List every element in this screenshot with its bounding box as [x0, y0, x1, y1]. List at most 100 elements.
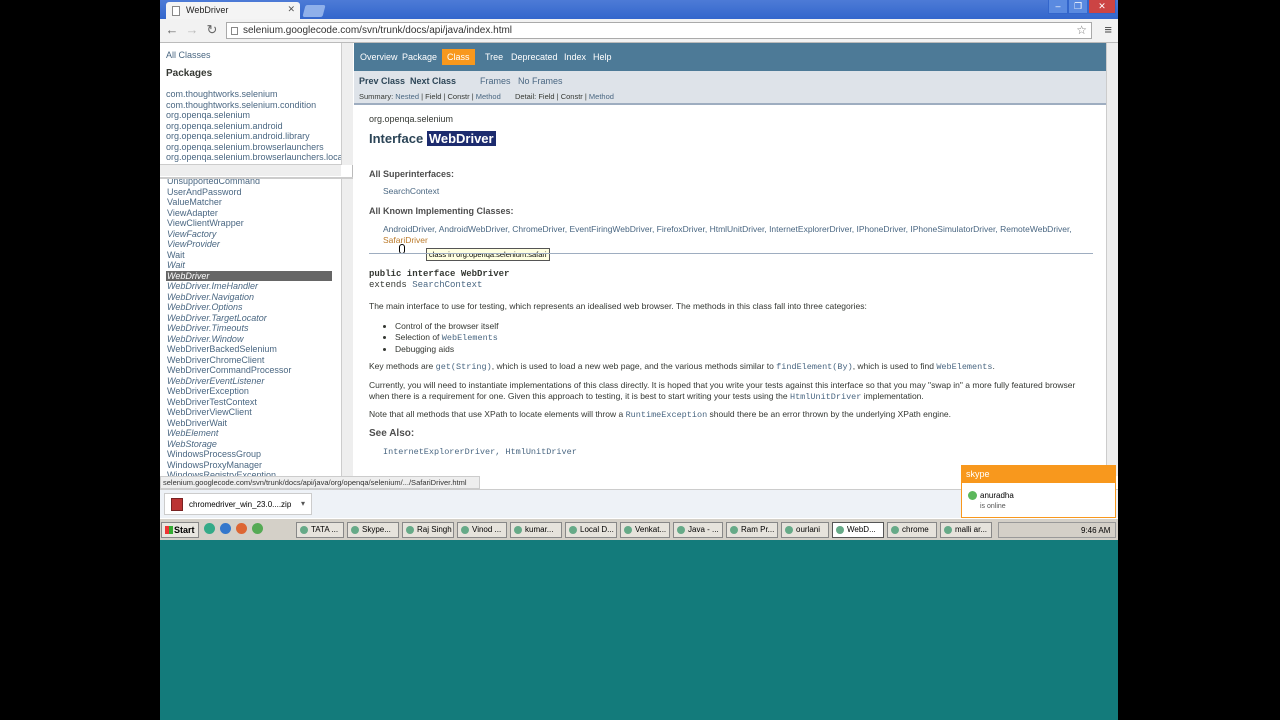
class-link[interactable]: ViewClientWrapper — [166, 218, 332, 229]
all-classes-link[interactable]: All Classes — [166, 50, 211, 60]
package-link[interactable]: com.thoughtworks.selenium.condition — [166, 100, 343, 111]
package-link[interactable]: org.openqa.selenium.android — [166, 121, 343, 132]
taskbar-button[interactable]: Skype... — [347, 522, 399, 538]
nav-package[interactable]: Package — [402, 52, 437, 62]
download-item[interactable]: chromedriver_win_23.0....zip ▾ — [164, 493, 312, 515]
nav-help[interactable]: Help — [593, 52, 612, 62]
star-icon[interactable]: ☆ — [1076, 23, 1087, 37]
tab-webdriver[interactable]: WebDriver ✕ — [166, 2, 300, 19]
class-link[interactable]: WindowsProxyManager — [166, 460, 332, 471]
findelement-link[interactable]: findElement(By) — [776, 362, 853, 372]
main-scrollbar[interactable] — [1106, 43, 1118, 476]
no-frames-link[interactable]: No Frames — [518, 76, 563, 86]
prev-class-link[interactable]: Prev Class — [359, 76, 405, 86]
class-link[interactable]: WebDriver.TargetLocator — [166, 313, 332, 324]
next-class-link[interactable]: Next Class — [410, 76, 456, 86]
class-link[interactable]: WebDriver.Navigation — [166, 292, 332, 303]
class-link[interactable]: WebDriverChromeClient — [166, 355, 332, 366]
nav-class[interactable]: Class — [442, 49, 475, 65]
safaridriver-link[interactable]: SafariDriver — [383, 235, 428, 245]
taskbar-button[interactable]: Venkat... — [620, 522, 670, 538]
quicklaunch-icon[interactable] — [220, 523, 231, 534]
packages-scrollbar[interactable] — [341, 43, 353, 165]
webelements-link[interactable]: WebElements — [936, 362, 992, 372]
menu-icon[interactable]: ≡ — [1104, 22, 1112, 37]
webelements-link[interactable]: WebElements — [442, 333, 498, 343]
implementing-class-links[interactable]: AndroidDriver, AndroidWebDriver, ChromeD… — [383, 224, 1072, 234]
nav-deprecated[interactable]: Deprecated — [511, 52, 558, 62]
nav-tree[interactable]: Tree — [485, 52, 503, 62]
quicklaunch-icon[interactable] — [252, 523, 263, 534]
text: Note that all methods that use XPath to … — [369, 409, 626, 419]
class-link[interactable]: Wait — [166, 260, 332, 271]
class-link[interactable]: WebStorage — [166, 439, 332, 450]
htmlunitdriver-link[interactable]: HtmlUnitDriver — [790, 392, 861, 402]
new-tab-button[interactable] — [302, 5, 326, 17]
class-link[interactable]: WebDriver — [166, 270, 332, 281]
class-link[interactable]: WebDriver.Options — [166, 302, 332, 313]
class-link[interactable]: WebDriverException — [166, 386, 332, 397]
forward-icon[interactable]: → — [184, 22, 200, 38]
summary-method-link[interactable]: Method — [476, 92, 501, 101]
class-link[interactable]: WebElement — [166, 428, 332, 439]
detail-method-link[interactable]: Method — [589, 92, 614, 101]
package-link[interactable]: org.openqa.selenium.browserlaunchers.loc… — [166, 152, 343, 163]
skype-notification[interactable]: skype anuradha is online — [961, 465, 1116, 518]
close-window-button[interactable]: ✕ — [1088, 0, 1116, 14]
class-link[interactable]: WebDriver.Window — [166, 334, 332, 345]
address-bar[interactable]: selenium.googlecode.com/svn/trunk/docs/a… — [226, 22, 1092, 39]
minimize-button[interactable]: – — [1048, 0, 1068, 14]
class-link[interactable]: WindowsProcessGroup — [166, 449, 332, 460]
maximize-button[interactable]: ❐ — [1068, 0, 1088, 14]
nav-overview[interactable]: Overview — [360, 52, 398, 62]
taskbar-button[interactable]: malli ar... — [940, 522, 992, 538]
taskbar-button[interactable]: WebD... — [832, 522, 884, 538]
chevron-down-icon[interactable]: ▾ — [301, 499, 305, 508]
class-link[interactable]: UserAndPassword — [166, 187, 332, 198]
class-link[interactable]: WebDriver.ImeHandler — [166, 281, 332, 292]
summary-nested-link[interactable]: Nested — [395, 92, 419, 101]
taskbar-button[interactable]: ourlani — [781, 522, 829, 538]
classes-scrollbar[interactable] — [341, 179, 353, 476]
class-link[interactable]: ViewProvider — [166, 239, 332, 250]
runtimeexception-link[interactable]: RuntimeException — [626, 410, 708, 420]
class-link[interactable]: ValueMatcher — [166, 197, 332, 208]
packages-hscrollbar[interactable] — [160, 164, 341, 176]
superinterface-link[interactable]: SearchContext — [383, 186, 439, 197]
class-link[interactable]: WebDriverTestContext — [166, 397, 332, 408]
class-link[interactable]: ViewFactory — [166, 229, 332, 240]
close-tab-icon[interactable]: ✕ — [287, 4, 295, 15]
get-link[interactable]: get(String) — [436, 362, 492, 372]
taskbar-button[interactable]: Raj Singh — [402, 522, 454, 538]
class-link[interactable]: WebDriver.Timeouts — [166, 323, 332, 334]
see-also-links[interactable]: InternetExplorerDriver, HtmlUnitDriver — [383, 447, 577, 458]
package-link[interactable]: com.thoughtworks.selenium — [166, 89, 343, 100]
class-link[interactable]: UnsupportedCommand — [166, 179, 332, 187]
class-link[interactable]: WebDriverCommandProcessor — [166, 365, 332, 376]
class-link[interactable]: WebDriverEventListener — [166, 376, 332, 387]
package-link[interactable]: org.openqa.selenium.browserlaunchers — [166, 142, 343, 153]
start-button[interactable]: Start — [161, 522, 199, 538]
taskbar-button[interactable]: kumar... — [510, 522, 562, 538]
class-link[interactable]: WebDriverBackedSelenium — [166, 344, 332, 355]
nav-index[interactable]: Index — [564, 52, 586, 62]
frames-link[interactable]: Frames — [480, 76, 511, 86]
taskbar-button[interactable]: TATA ... — [296, 522, 344, 538]
taskbar-button[interactable]: Vinod ... — [457, 522, 507, 538]
taskbar-button[interactable]: Ram Pr... — [726, 522, 778, 538]
taskbar-button[interactable]: chrome — [887, 522, 937, 538]
package-link[interactable]: org.openqa.selenium — [166, 110, 343, 121]
quicklaunch-icon[interactable] — [204, 523, 215, 534]
class-link[interactable]: ViewAdapter — [166, 208, 332, 219]
quicklaunch-icon[interactable] — [236, 523, 247, 534]
back-icon[interactable]: ← — [164, 22, 180, 38]
taskbar-button[interactable]: Local D... — [565, 522, 617, 538]
class-link[interactable]: WebDriverViewClient — [166, 407, 332, 418]
class-link[interactable]: Wait — [166, 250, 332, 261]
reload-icon[interactable]: ↻ — [204, 22, 220, 38]
package-link[interactable]: org.openqa.selenium.android.library — [166, 131, 343, 142]
class-link[interactable]: WebDriverWait — [166, 418, 332, 429]
main-description: The main interface to use for testing, w… — [369, 301, 867, 311]
extends-link[interactable]: SearchContext — [412, 280, 482, 290]
taskbar-button[interactable]: Java - ... — [673, 522, 723, 538]
